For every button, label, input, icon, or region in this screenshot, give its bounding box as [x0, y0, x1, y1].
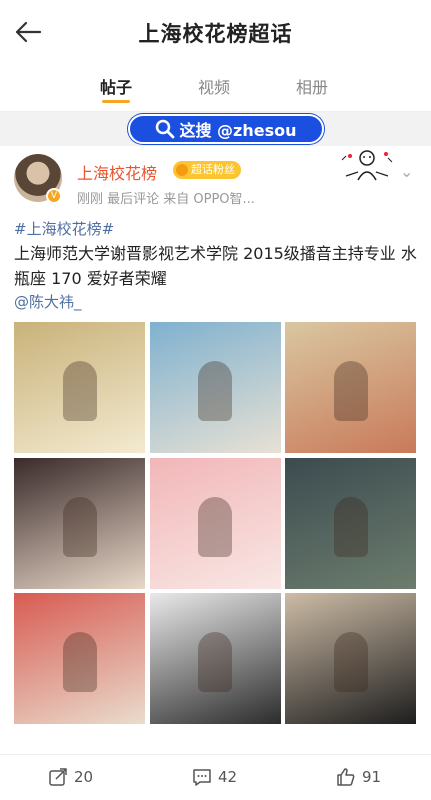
- thumbs-up-icon: [337, 768, 355, 786]
- page-title: 上海校花榜超话: [138, 22, 293, 46]
- badge-label: 超话粉丝: [191, 163, 235, 176]
- top-bar: 上海校花榜超话: [0, 0, 431, 64]
- post-text: 上海师范大学谢晋影视艺术学院 2015级播音主持专业 水瓶座 170 爱好者荣耀: [14, 244, 417, 288]
- person-figure: [198, 632, 232, 693]
- person-figure: [62, 632, 97, 693]
- photo-pool[interactable]: [149, 322, 281, 453]
- active-tab-indicator: [102, 100, 130, 103]
- repost-button[interactable]: 20: [48, 767, 93, 787]
- post-card: V 上海校花榜 超话粉丝 刚刚 最后评论 来自 OPPO智... ⌄ #上海校花…: [0, 146, 431, 754]
- photo-pink-wall[interactable]: [149, 457, 281, 589]
- tab-albums[interactable]: 相册: [282, 74, 342, 98]
- post-mention[interactable]: @陈大祎_: [14, 291, 82, 312]
- watermark-text: 这搜 @zhesou: [179, 121, 297, 140]
- person-figure: [198, 361, 232, 422]
- person-figure: [333, 632, 368, 693]
- tab-videos[interactable]: 视频: [184, 74, 244, 98]
- post-hashtag[interactable]: #上海校花榜#: [14, 218, 114, 239]
- verified-icon: V: [46, 188, 62, 204]
- badge-icon: [176, 164, 188, 176]
- comment-icon: [193, 769, 211, 786]
- chevron-down-icon[interactable]: ⌄: [400, 162, 413, 181]
- photo-floral[interactable]: [285, 593, 416, 724]
- photo-cityscape[interactable]: [285, 457, 416, 589]
- comment-count: 42: [218, 768, 238, 786]
- comment-button[interactable]: 42: [192, 767, 237, 787]
- photo-straw-hat[interactable]: [285, 322, 416, 453]
- post-username[interactable]: 上海校花榜: [77, 160, 157, 184]
- watermark-banner: 这搜 @zhesou: [128, 114, 324, 144]
- like-button[interactable]: 91: [336, 767, 381, 787]
- photo-red-wall[interactable]: [14, 593, 145, 724]
- repost-count: 20: [74, 768, 94, 786]
- cartoon-sticker-icon: [341, 150, 393, 181]
- search-icon: [156, 119, 175, 139]
- person-figure: [333, 361, 368, 422]
- tab-posts[interactable]: 帖子: [86, 74, 146, 98]
- photo-dog-collage[interactable]: [149, 593, 281, 724]
- repost-icon: [49, 768, 67, 786]
- person-figure: [333, 496, 368, 557]
- person-figure: [62, 496, 97, 557]
- like-count: 91: [362, 768, 382, 786]
- action-bar: 20 42 91: [0, 754, 431, 800]
- photo-ball-pit[interactable]: [14, 322, 145, 453]
- post-meta: 刚刚 最后评论 来自 OPPO智...: [77, 192, 255, 207]
- photo-lights[interactable]: [14, 457, 145, 589]
- tab-bar: 帖子 视频 相册: [0, 64, 431, 112]
- person-figure: [198, 496, 232, 557]
- fan-badge: 超话粉丝: [173, 161, 241, 179]
- person-figure: [62, 361, 97, 422]
